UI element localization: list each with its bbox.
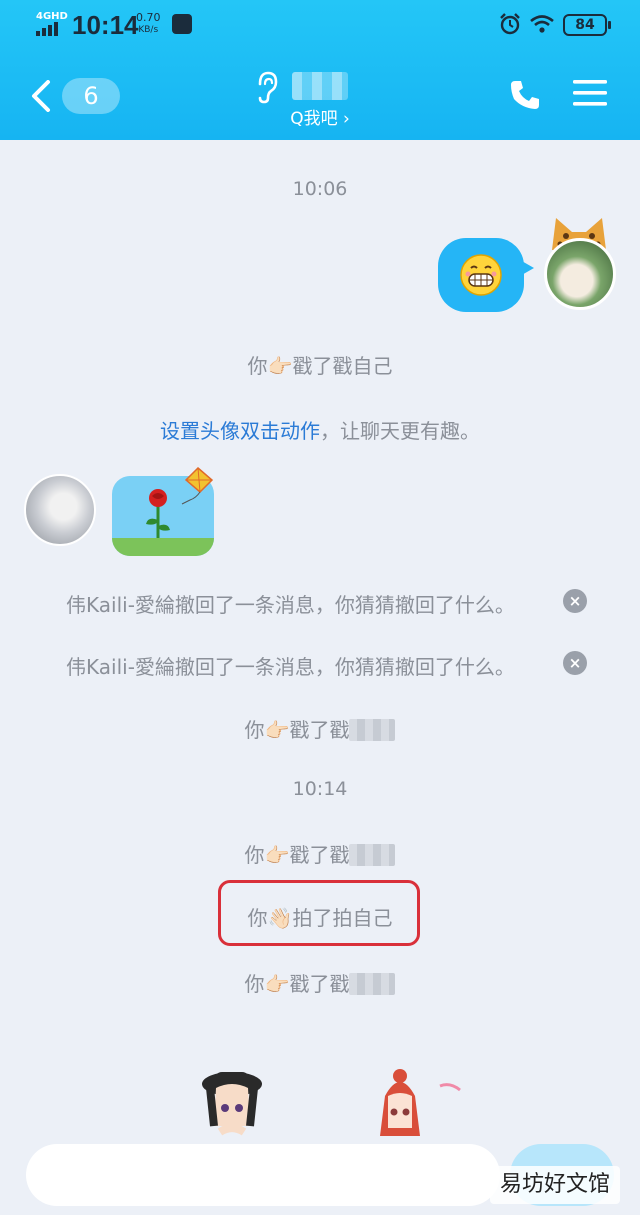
blurred-name: [349, 719, 396, 741]
status-bar: 4GHD 10:14 0.70 KB/s 84: [0, 0, 640, 50]
poke-prefix: 你: [247, 354, 268, 378]
close-icon[interactable]: ×: [563, 589, 587, 613]
notification-app-icon: [172, 14, 192, 34]
network-speed: 0.70 KB/s: [136, 12, 161, 36]
pointing-hand-icon: 👉🏻: [264, 972, 290, 996]
recall-notice: 伟Kaili-愛綸撤回了一条消息，你猜猜撤回了什么。: [66, 593, 515, 617]
my-avatar[interactable]: [544, 238, 616, 310]
pointing-hand-icon: 👉🏻: [264, 718, 290, 742]
alarm-icon: [500, 13, 520, 35]
message-input[interactable]: [26, 1144, 500, 1206]
set-avatar-action-link[interactable]: 设置头像双击动作: [160, 419, 320, 443]
kite-icon: [181, 466, 214, 505]
highlight-box: [218, 880, 420, 946]
ear-icon: [258, 71, 278, 104]
poke-suffix: 戳了戳: [289, 718, 350, 742]
pointing-hand-icon: 👉🏻: [264, 843, 290, 867]
avatar-action-hint: 设置头像双击动作，让聊天更有趣。: [0, 415, 640, 444]
poke-notice: 你👉🏻戳了戳: [0, 714, 640, 743]
recall-notice: 伟Kaili-愛綸撤回了一条消息，你猜猜撤回了什么。: [66, 655, 515, 679]
back-chevron-icon: [32, 80, 50, 112]
wifi-icon: [530, 15, 554, 33]
network-type: 4GHD: [36, 11, 68, 22]
poke-prefix: 你: [244, 972, 265, 996]
blurred-name: [349, 973, 396, 995]
speed-unit: KB/s: [138, 25, 159, 35]
chat-subtitle[interactable]: Q我吧 ›: [240, 104, 400, 129]
hint-text: ，让聊天更有趣。: [320, 419, 480, 443]
contact-name-blurred: [292, 72, 352, 102]
sticker-grass: [112, 538, 214, 556]
close-icon[interactable]: ×: [563, 651, 587, 675]
chat-header: 4GHD 10:14 0.70 KB/s 84 6 Q我吧 ›: [0, 0, 640, 140]
menu-icon[interactable]: [573, 78, 607, 108]
poke-notice: 你👉🏻戳了戳自己: [0, 350, 640, 379]
timestamp: 10:14: [292, 778, 348, 800]
rose-icon: [146, 489, 170, 538]
timestamp: 10:06: [292, 178, 348, 200]
contact-avatar[interactable]: [24, 474, 96, 546]
avatar-characters-peeking: [202, 1069, 461, 1136]
poke-suffix: 戳了戳: [289, 843, 350, 867]
watermark-text: 易坊好文馆: [490, 1166, 620, 1204]
pointing-hand-icon: 👉🏻: [267, 354, 293, 378]
poke-notice: 你👉🏻戳了戳: [0, 839, 640, 868]
poke-prefix: 你: [244, 718, 265, 742]
poke-prefix: 你: [244, 843, 265, 867]
grinning-emoji-icon: [460, 254, 502, 296]
sticker-message-bubble[interactable]: [438, 238, 534, 312]
poke-notice: 你👉🏻戳了戳: [0, 968, 640, 997]
battery-indicator: 84: [563, 14, 611, 36]
phone-icon[interactable]: [508, 78, 542, 112]
unread-count-badge: 6: [62, 78, 120, 114]
poke-suffix: 戳了戳: [289, 972, 350, 996]
chat-title[interactable]: Q我吧 ›: [240, 66, 400, 130]
poke-suffix: 戳了戳自己: [292, 354, 393, 378]
back-button[interactable]: 6: [24, 74, 120, 118]
speed-value: 0.70: [136, 11, 161, 24]
signal-icon: [36, 22, 58, 36]
blurred-name: [349, 844, 396, 866]
status-time: 10:14: [72, 10, 139, 40]
